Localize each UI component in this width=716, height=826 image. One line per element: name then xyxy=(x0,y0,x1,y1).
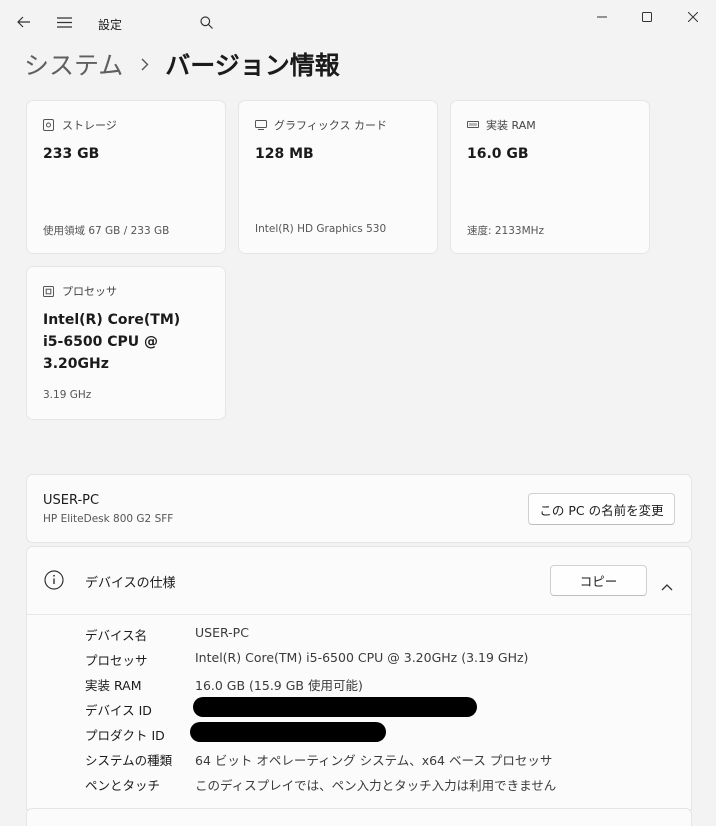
minimize-button[interactable] xyxy=(585,4,619,30)
graphics-card: グラフィックス カード 128 MB Intel(R) HD Graphics … xyxy=(238,100,438,254)
graphics-value: 128 MB xyxy=(255,146,314,162)
back-button[interactable] xyxy=(10,8,38,36)
redacted-product-id xyxy=(190,722,386,742)
processor-icon xyxy=(43,285,55,297)
storage-icon xyxy=(43,119,55,131)
close-icon xyxy=(688,12,698,22)
processor-card: プロセッサ Intel(R) Core(TM) i5-6500 CPU @ 3.… xyxy=(26,266,226,420)
graphics-model: Intel(R) HD Graphics 530 xyxy=(255,223,387,235)
display-icon xyxy=(255,119,267,131)
page-title: バージョン情報 xyxy=(165,51,340,80)
storage-card: ストレージ 233 GB 使用領域 67 GB / 233 GB xyxy=(26,100,226,254)
breadcrumb-parent[interactable]: システム xyxy=(24,46,123,82)
minimize-icon xyxy=(597,16,607,18)
search-icon xyxy=(199,15,213,29)
storage-usage: 使用領域 67 GB / 233 GB xyxy=(43,225,170,237)
next-section-panel xyxy=(26,808,692,826)
info-icon xyxy=(44,570,64,594)
redacted-device-id xyxy=(193,697,477,717)
processor-speed: 3.19 GHz xyxy=(43,389,92,401)
ram-value: 16.0 GB xyxy=(467,146,529,162)
back-arrow-icon xyxy=(17,16,30,28)
processor-label: プロセッサ xyxy=(62,285,117,298)
title-bar: 設定 xyxy=(0,0,716,46)
pc-name: USER-PC xyxy=(43,493,100,508)
breadcrumb: システム バージョン情報 xyxy=(24,44,340,84)
memory-icon xyxy=(467,119,479,131)
window-title: 設定 xyxy=(98,18,123,32)
storage-label: ストレージ xyxy=(62,119,117,132)
copy-button[interactable]: コピー xyxy=(550,565,647,596)
search-button[interactable] xyxy=(192,8,220,36)
chevron-up-icon[interactable] xyxy=(661,576,673,595)
ram-speed: 速度: 2133MHz xyxy=(467,225,545,237)
pc-name-panel: USER-PC HP EliteDesk 800 G2 SFF この PC の名… xyxy=(26,474,692,543)
close-button[interactable] xyxy=(676,4,710,30)
pc-model: HP EliteDesk 800 G2 SFF xyxy=(43,513,174,525)
device-specs-panel: デバイスの仕様 コピー デバイス名 USER-PC プロセッサ Intel(R)… xyxy=(26,546,692,810)
maximize-button[interactable] xyxy=(630,4,664,30)
menu-button[interactable] xyxy=(50,8,78,36)
hamburger-icon xyxy=(56,16,72,28)
storage-value: 233 GB xyxy=(43,146,100,162)
device-specs-title: デバイスの仕様 xyxy=(85,576,176,591)
ram-card: 実装 RAM 16.0 GB 速度: 2133MHz xyxy=(450,100,650,254)
maximize-icon xyxy=(642,12,652,22)
device-specs-header[interactable]: デバイスの仕様 コピー xyxy=(27,547,691,615)
rename-pc-button[interactable]: この PC の名前を変更 xyxy=(528,493,675,525)
chevron-right-icon xyxy=(141,58,149,71)
processor-value: Intel(R) Core(TM) i5-6500 CPU @ 3.20GHz xyxy=(43,312,181,372)
ram-label: 実装 RAM xyxy=(486,119,536,132)
graphics-label: グラフィックス カード xyxy=(274,119,387,132)
